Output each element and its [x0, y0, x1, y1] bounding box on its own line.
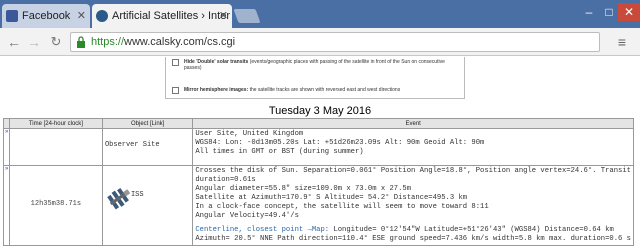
url-host: www.calsky.com/cs.cgi	[124, 36, 236, 48]
event-line: WGS84: Lon: -0d13m05.20s Lat: +51d26m23.…	[195, 139, 485, 147]
option-text: the satellite tracks are shown with reve…	[248, 87, 401, 93]
table-row: » Observer Site User Site, United Kingdo…	[3, 128, 634, 166]
browser-toolbar: ← → ↻ https://www.calsky.com/cs.cgi ≡	[0, 28, 640, 56]
option-hide-double-solar: Hide 'Double' solar transits (events/geo…	[172, 59, 459, 71]
time-header: Time [24-hour clock]	[8, 118, 103, 129]
object-link[interactable]: ISS	[131, 191, 144, 199]
tab-close-icon[interactable]: ✕	[77, 4, 86, 28]
centerline-values: Longitude= 0°12'54"W Latitude=+51°26'43"…	[329, 226, 614, 234]
back-button[interactable]: ←	[4, 32, 24, 52]
event-cell: Crosses the disk of Sun. Separation=0.06…	[192, 165, 634, 246]
tab-label: Facebook	[22, 10, 71, 22]
tab-artificial-satellites[interactable]: Artificial Satellites › Inter ✕	[92, 4, 232, 28]
event-line: Angular diameter=55.8" size=109.0m x 73.…	[195, 185, 412, 193]
reload-button[interactable]: ↻	[46, 32, 66, 52]
object-cell: Observer Site	[101, 128, 194, 166]
time-cell	[8, 128, 103, 166]
url-scheme: https://	[91, 36, 125, 48]
table-row: » 12h35m38.71s ISS Crosses the disk of S…	[3, 165, 634, 246]
time-cell: 12h35m38.71s	[8, 165, 103, 246]
iss-satellite-icon[interactable]	[107, 186, 133, 210]
event-line: In a clock-face concept, the satellite w…	[195, 203, 489, 211]
object-header: Object [Link]	[101, 118, 194, 129]
facebook-favicon-icon	[6, 10, 18, 22]
tab-strip: Facebook ✕ Artificial Satellites › Inter…	[0, 0, 640, 28]
table-header-row: Time [24-hour clock] Object [Link] Event	[3, 118, 634, 129]
events-table: Time [24-hour clock] Object [Link] Event…	[3, 118, 634, 246]
object-cell: ISS	[101, 165, 194, 246]
forward-button[interactable]: →	[24, 32, 44, 52]
event-line: duration=0.61s	[195, 176, 256, 184]
map-link[interactable]: →Map:	[308, 226, 330, 234]
centerline-line: Centerline, closest point →Map: Longitud…	[195, 226, 631, 235]
centerline-line-2: Azimuth= 20.5° NNE Path direction=110.4°…	[195, 235, 631, 243]
event-line: All times in GMT or BST (during summer)	[195, 148, 364, 156]
display-options-box: Hide 'Double' solar transits (events/geo…	[165, 57, 465, 99]
event-line: Angular Velocity=49.4'/s	[195, 212, 299, 220]
new-tab-button[interactable]	[233, 9, 261, 23]
event-header: Event	[192, 118, 634, 129]
hide-double-solar-checkbox[interactable]	[172, 59, 179, 66]
option-label: Mirror hemisphere images:	[184, 87, 249, 93]
page-content: Hide 'Double' solar transits (events/geo…	[0, 57, 640, 250]
centerline-prefix: Centerline, closest point	[195, 226, 308, 234]
maximize-button[interactable]: □	[598, 3, 620, 21]
tab-close-icon[interactable]: ✕	[219, 4, 228, 28]
date-heading: Tuesday 3 May 2016	[268, 105, 372, 117]
event-cell: User Site, United Kingdom WGS84: Lon: -0…	[192, 128, 634, 166]
address-bar[interactable]: https://www.calsky.com/cs.cgi	[70, 32, 600, 52]
close-window-button[interactable]: ✕	[618, 3, 640, 21]
minimize-button[interactable]: –	[578, 3, 600, 21]
event-line: User Site, United Kingdom	[195, 130, 304, 138]
option-mirror-hemisphere: Mirror hemisphere images: the satellite …	[172, 87, 459, 94]
tab-facebook[interactable]: Facebook ✕	[2, 4, 90, 28]
mirror-hemisphere-checkbox[interactable]	[172, 87, 179, 94]
event-line: Satellite at Azimuth=170.9° S Altitude= …	[195, 194, 468, 202]
menu-icon[interactable]: ≡	[612, 33, 632, 51]
event-line: Crosses the disk of Sun. Separation=0.06…	[195, 167, 631, 175]
tab-label: Artificial Satellites › Inter	[112, 10, 230, 22]
calsky-favicon-icon	[96, 10, 108, 22]
lock-icon	[77, 36, 85, 48]
